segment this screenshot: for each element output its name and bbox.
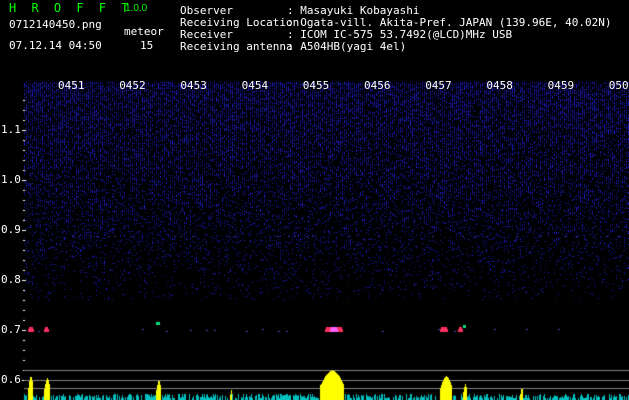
time-tick-0456: 0456: [364, 79, 391, 92]
spectrogram-canvas: [0, 66, 629, 400]
antenna-label: Receiving antenna: [180, 40, 293, 53]
app-title: H R O F F T: [9, 1, 133, 15]
time-tick-0500: 0500: [608, 79, 629, 92]
antenna-value: : A504HB(yagi 4el): [287, 40, 407, 53]
time-tick-0457: 0457: [425, 79, 452, 92]
time-tick-0458: 0458: [486, 79, 513, 92]
time-tick-0454: 0454: [241, 79, 269, 92]
freq-tick-0.9: 0.9: [1, 223, 21, 236]
time-tick-0451: 0451: [58, 79, 85, 92]
meteor-count: 15: [140, 39, 154, 52]
freq-tick-1.1: 1.1: [1, 123, 21, 136]
time-tick-0459: 0459: [547, 79, 575, 92]
time-tick-0455: 0455: [302, 79, 330, 92]
freq-tick-0.6: 0.6: [1, 373, 21, 386]
app-version: 1.0.0: [125, 3, 148, 14]
file-name: 0712140450.png: [9, 18, 102, 31]
freq-tick-0.8: 0.8: [1, 273, 21, 286]
time-tick-0452: 0452: [119, 79, 146, 92]
time-tick-0453: 0453: [180, 79, 207, 92]
freq-tick-0.7: 0.7: [1, 323, 21, 336]
timestamp: 07.12.14 04:50: [9, 39, 102, 52]
freq-tick-1.0: 1.0: [1, 173, 21, 186]
meteor-label: meteor: [124, 25, 164, 38]
